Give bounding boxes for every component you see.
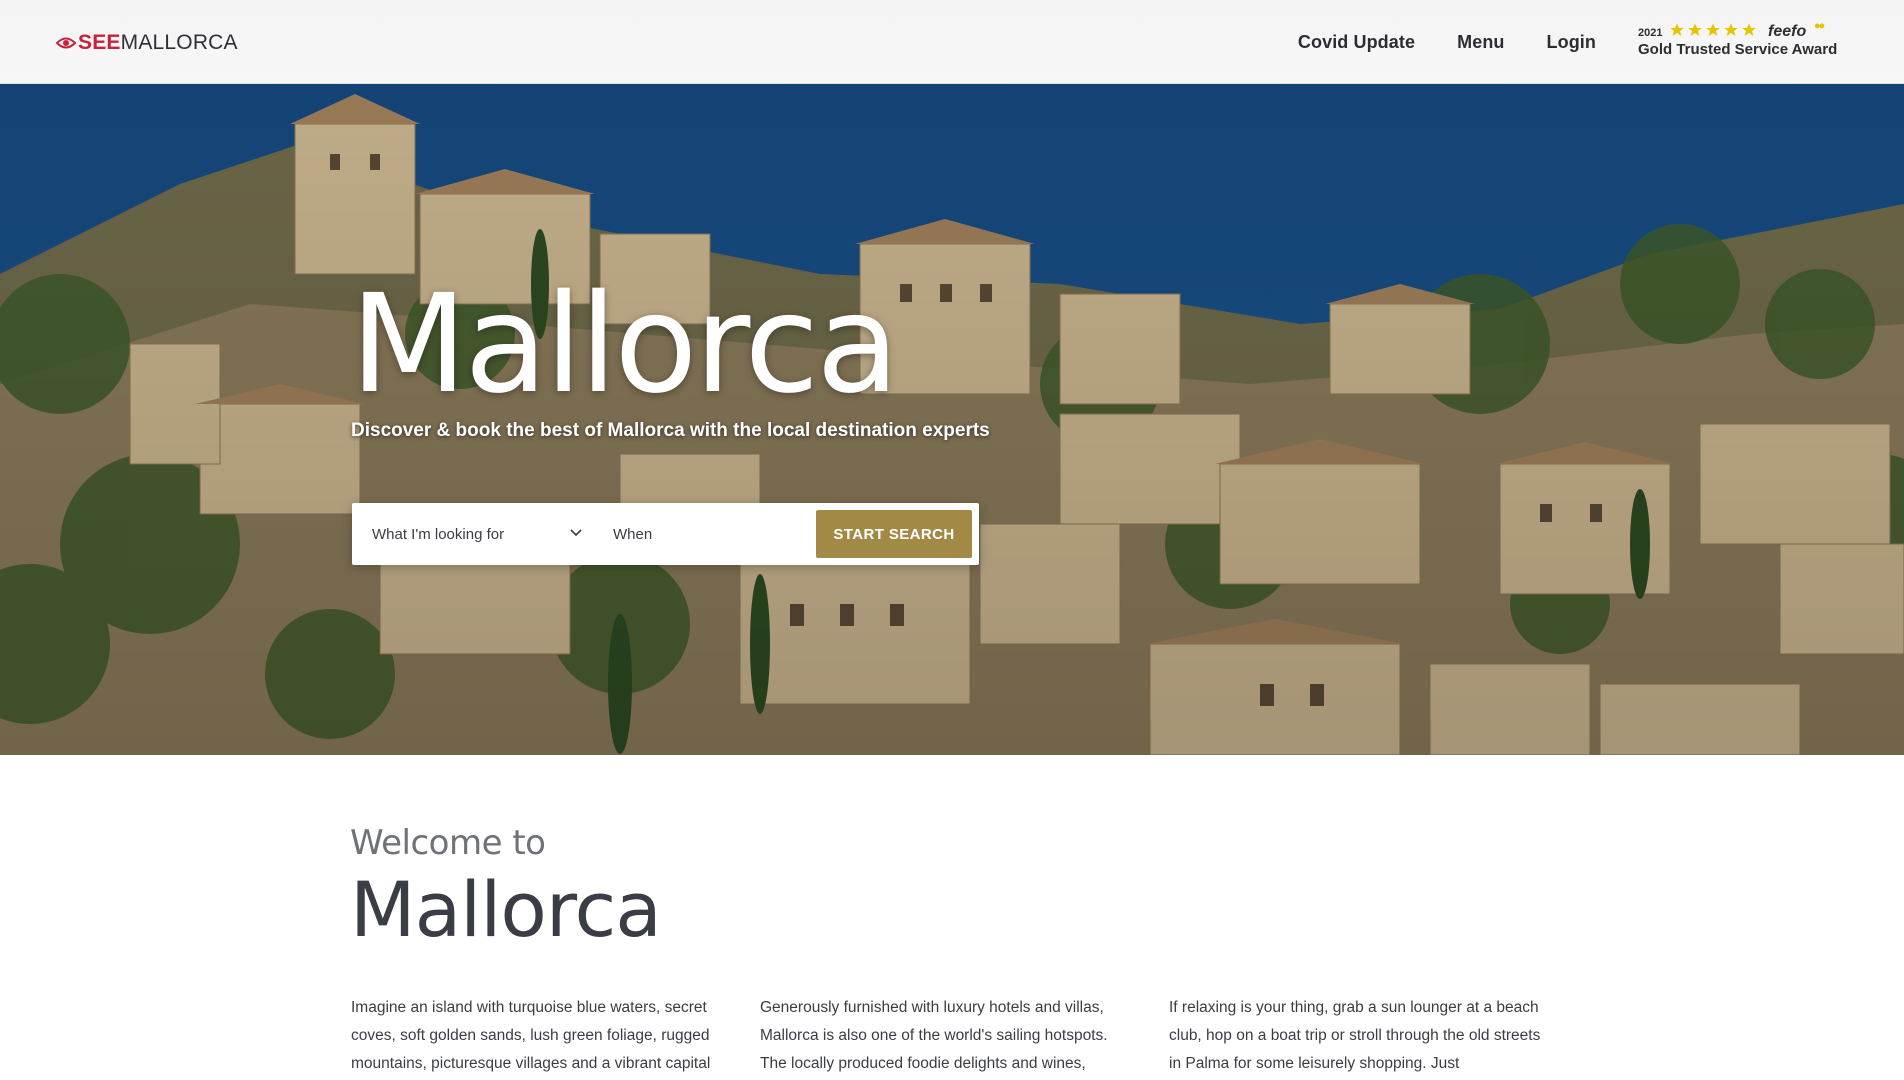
star-icon bbox=[1670, 23, 1684, 36]
start-search-button[interactable]: START SEARCH bbox=[816, 510, 972, 558]
award-text: Gold Trusted Service Award bbox=[1638, 41, 1838, 58]
logo-mallorca: MALLORCA bbox=[120, 31, 238, 54]
star-icon bbox=[1688, 23, 1702, 36]
chevron-down-icon bbox=[570, 529, 582, 537]
star-icon bbox=[1742, 23, 1756, 36]
nav-menu[interactable]: Menu bbox=[1457, 32, 1504, 53]
welcome-section: Welcome to Mallorca Imagine an island wi… bbox=[0, 755, 1904, 1080]
nav-login[interactable]: Login bbox=[1547, 32, 1596, 53]
intro-paragraph: Imagine an island with turquoise blue wa… bbox=[351, 999, 711, 1072]
intro-paragraph: If relaxing is your thing, grab a sun lo… bbox=[1169, 999, 1541, 1072]
award-stars bbox=[1669, 22, 1757, 38]
nav-covid-update[interactable]: Covid Update bbox=[1298, 32, 1415, 53]
hero-subtitle: Discover & book the best of Mallorca wit… bbox=[351, 420, 990, 441]
hero-section: Mallorca Discover & book the best of Mal… bbox=[0, 84, 1904, 755]
feefo-award-badge[interactable]: 2021 feefo ●● Gold Trusted Service Award bbox=[1638, 20, 1842, 62]
eye-icon bbox=[56, 37, 76, 49]
feefo-logo: feefo bbox=[1768, 23, 1807, 40]
looking-for-select-label: What I'm looking for bbox=[372, 525, 505, 543]
intro-paragraph: Generously furnished with luxury hotels … bbox=[760, 999, 1108, 1072]
hero-title: Mallorca bbox=[350, 266, 899, 424]
main-nav: Covid Update Menu Login 2021 feefo ●● Go… bbox=[1298, 0, 1904, 84]
star-icon bbox=[1706, 23, 1720, 36]
feefo-logo-dots-icon: ●● bbox=[1814, 20, 1825, 32]
welcome-pretitle: Welcome to bbox=[350, 823, 546, 863]
welcome-title: Mallorca bbox=[350, 865, 662, 954]
star-icon bbox=[1724, 23, 1738, 36]
search-bar: What I'm looking for START SEARCH bbox=[352, 503, 979, 565]
looking-for-select[interactable]: What I'm looking for bbox=[352, 503, 596, 565]
site-header: SEE MALLORCA Covid Update Menu Login 2021… bbox=[0, 0, 1904, 84]
logo-see: SEE bbox=[78, 31, 121, 54]
award-year: 2021 bbox=[1638, 27, 1663, 39]
site-logo[interactable]: SEE MALLORCA bbox=[56, 30, 238, 56]
when-input[interactable] bbox=[596, 503, 828, 565]
